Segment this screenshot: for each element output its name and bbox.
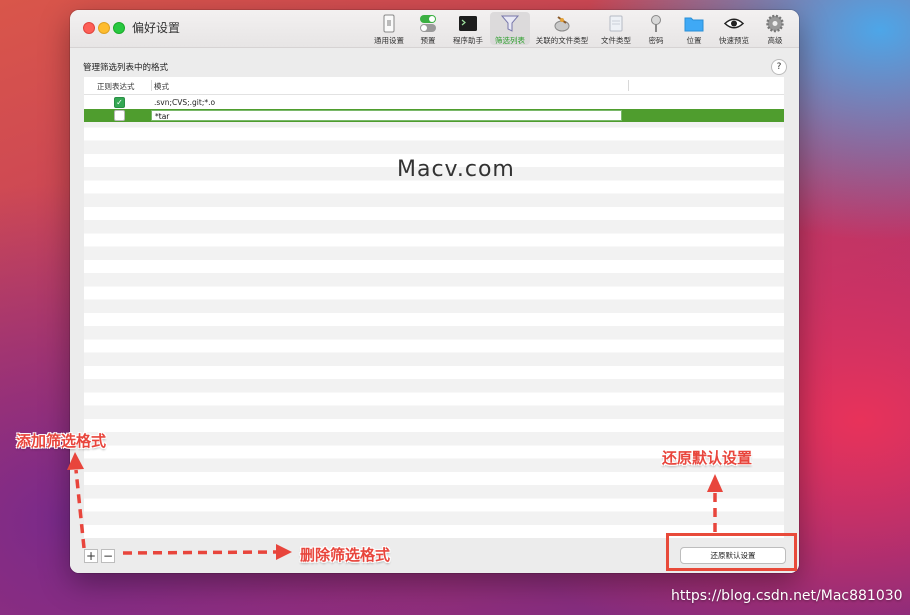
arrowhead-restore [707, 474, 723, 492]
source-url: https://blog.csdn.net/Mac881030 [671, 588, 903, 604]
arrow-up-to-add-label [74, 469, 86, 549]
annotation-arrows [67, 452, 723, 560]
add-format-annotation: 添加筛选格式 [16, 432, 107, 450]
arrow-right-to-delete-label [122, 550, 279, 555]
delete-format-annotation: 删除筛选格式 [300, 546, 391, 564]
arrowhead-add [67, 452, 84, 470]
restore-default-annotation: 还原默认设置 [662, 449, 753, 467]
arrowhead-delete [276, 544, 292, 560]
